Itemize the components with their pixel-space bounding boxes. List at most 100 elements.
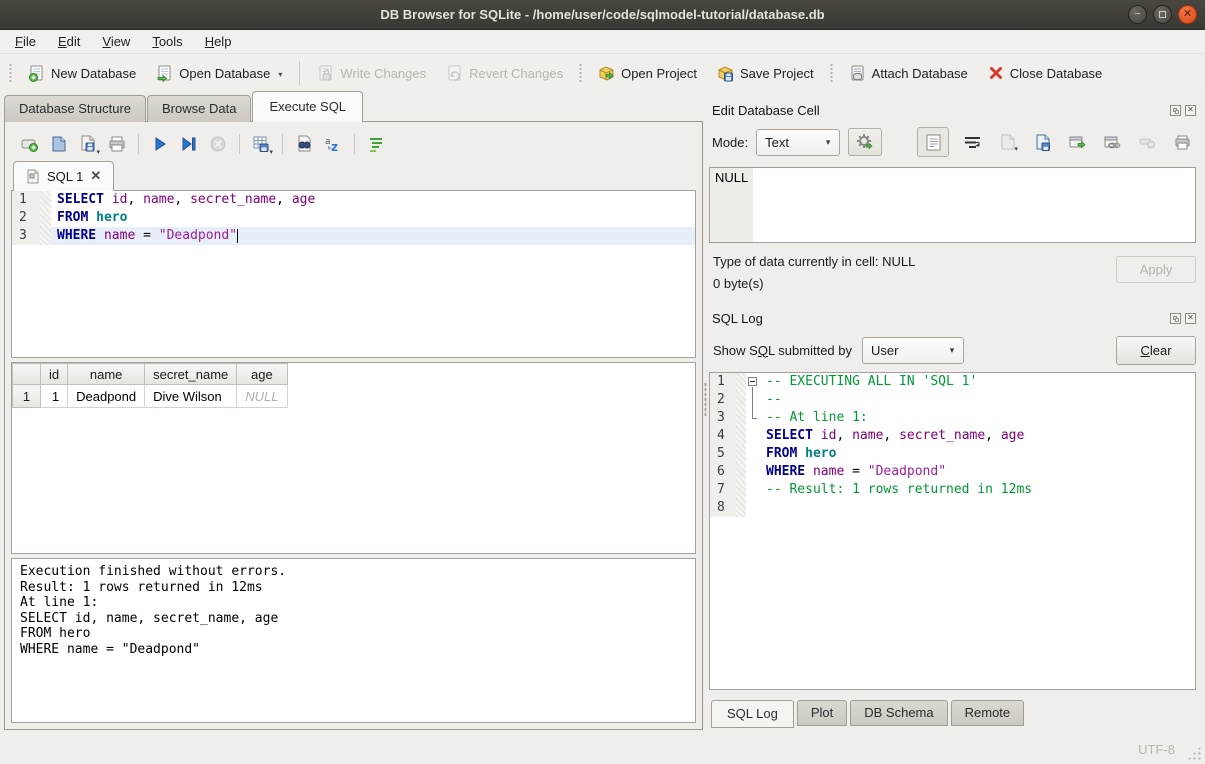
open-external-button[interactable] — [1065, 130, 1089, 154]
resize-grip-icon[interactable] — [1187, 746, 1201, 760]
auto-switch-mode-button[interactable] — [848, 128, 882, 156]
tab-sql-log[interactable]: SQL Log — [711, 700, 794, 728]
save-results-button[interactable]: ▾ — [248, 131, 274, 157]
clear-log-button[interactable]: Clear — [1116, 336, 1196, 365]
attach-database-button[interactable]: Attach Database — [840, 60, 977, 87]
tab-remote[interactable]: Remote — [951, 700, 1025, 726]
menu-view[interactable]: View — [91, 32, 141, 51]
column-header[interactable]: id — [41, 364, 68, 385]
code-line[interactable]: 7-- Result: 1 rows returned in 12ms — [710, 481, 1195, 499]
word-wrap-button[interactable] — [960, 130, 984, 154]
maximize-button[interactable] — [1153, 5, 1172, 24]
print-cell-button[interactable] — [1170, 130, 1194, 154]
code-text: -- Result: 1 rows returned in 12ms — [760, 481, 1195, 499]
open-database-dropdown-icon[interactable]: ▾ — [278, 70, 282, 82]
tab-plot[interactable]: Plot — [797, 700, 847, 726]
float-dock-icon[interactable] — [1170, 105, 1181, 116]
code-line[interactable]: 8 — [710, 499, 1195, 517]
float-dock-icon[interactable] — [1170, 313, 1181, 324]
panel-splitter[interactable] — [703, 92, 707, 735]
auto-completion-button[interactable]: az — [320, 131, 346, 157]
gutter-hatch — [736, 427, 746, 445]
results-grid: idnamesecret_nameage11DeadpondDive Wilso… — [11, 362, 696, 554]
column-header[interactable]: name — [68, 364, 145, 385]
sql-file-tabs: SQL 1 ✕ — [11, 161, 696, 191]
code-line[interactable]: 1-- EXECUTING ALL IN 'SQL 1' — [710, 373, 1195, 391]
open-database-button[interactable]: Open Database ▾ — [147, 60, 291, 87]
left-panel: Database Structure Browse Data Execute S… — [0, 92, 703, 735]
import-data-icon — [999, 134, 1016, 151]
sql-log-view[interactable]: 1-- EXECUTING ALL IN 'SQL 1'2--3-- At li… — [709, 372, 1196, 690]
sql-editor[interactable]: 1SELECT id, name, secret_name, age2FROM … — [11, 190, 696, 358]
open-project-button[interactable]: Open Project — [589, 60, 706, 87]
print-icon — [108, 135, 126, 153]
new-database-icon — [28, 65, 45, 82]
text-view-button[interactable] — [917, 127, 949, 157]
close-database-button[interactable]: Close Database — [979, 60, 1112, 86]
code-line[interactable]: 1SELECT id, name, secret_name, age — [12, 191, 695, 209]
cell-editor[interactable]: NULL — [709, 167, 1196, 243]
menu-tools[interactable]: Tools — [141, 32, 193, 51]
code-line[interactable]: 2-- — [710, 391, 1195, 409]
code-line[interactable]: 3WHERE name = "Deadpond" — [12, 227, 695, 245]
close-tab-icon[interactable]: ✕ — [90, 168, 101, 184]
table-cell[interactable]: Deadpond — [68, 385, 145, 408]
tab-db-schema[interactable]: DB Schema — [850, 700, 947, 726]
code-line[interactable]: 3-- At line 1: — [710, 409, 1195, 427]
new-database-button[interactable]: New Database — [19, 60, 145, 87]
open-database-icon — [156, 65, 173, 82]
table-cell[interactable]: 1 — [41, 385, 68, 408]
row-header[interactable]: 1 — [13, 385, 41, 408]
code-text: -- At line 1: — [760, 409, 1195, 427]
tab-browse-data[interactable]: Browse Data — [147, 95, 251, 122]
code-line[interactable]: 2FROM hero — [12, 209, 695, 227]
save-results-dropdown-icon[interactable]: ▾ — [269, 148, 273, 156]
save-project-button[interactable]: Save Project — [708, 60, 823, 87]
execute-current-line-button[interactable] — [176, 131, 202, 157]
save-project-icon — [717, 65, 734, 82]
edit-cell-dock-header: Edit Database Cell ✕ — [709, 101, 1196, 119]
auto-completion-icon: az — [324, 135, 342, 153]
print-button[interactable] — [104, 131, 130, 157]
table-cell[interactable]: NULL — [237, 385, 287, 408]
save-sql-file-button[interactable]: ▾ — [75, 131, 101, 157]
open-sql-tab-icon — [21, 135, 39, 153]
close-dock-icon[interactable]: ✕ — [1185, 105, 1196, 116]
close-database-icon — [988, 65, 1004, 81]
open-sql-file-button[interactable] — [46, 131, 72, 157]
tab-execute-sql[interactable]: Execute SQL — [252, 91, 363, 122]
fold-collapse-icon[interactable] — [746, 373, 760, 391]
revert-changes-button: Revert Changes — [437, 60, 572, 87]
close-dock-icon[interactable]: ✕ — [1185, 313, 1196, 324]
code-line[interactable]: 4SELECT id, name, secret_name, age — [710, 427, 1195, 445]
code-line[interactable]: 5FROM hero — [710, 445, 1195, 463]
format-sql-button[interactable] — [363, 131, 389, 157]
table-row[interactable]: 11DeadpondDive WilsonNULL — [13, 385, 288, 408]
save-results-icon — [252, 135, 270, 153]
output-line: FROM hero — [20, 626, 687, 642]
revert-changes-icon — [446, 65, 463, 82]
menu-edit[interactable]: Edit — [47, 32, 91, 51]
execute-all-icon — [151, 135, 169, 153]
copy-link-button[interactable] — [1100, 130, 1124, 154]
tab-database-structure[interactable]: Database Structure — [4, 95, 146, 122]
column-header[interactable]: secret_name — [145, 364, 237, 385]
column-header[interactable]: age — [237, 364, 287, 385]
mode-combo[interactable]: Text ▾ — [756, 129, 840, 156]
execute-all-button[interactable] — [147, 131, 173, 157]
save-sql-file-icon — [79, 135, 97, 153]
open-sql-tab-button[interactable] — [17, 131, 43, 157]
sql-file-tab[interactable]: SQL 1 ✕ — [13, 161, 114, 191]
find-replace-button[interactable] — [291, 131, 317, 157]
table-cell[interactable]: Dive Wilson — [145, 385, 237, 408]
export-data-button[interactable] — [1030, 130, 1054, 154]
save-sql-dropdown-icon[interactable]: ▾ — [96, 148, 100, 156]
code-line[interactable]: 6WHERE name = "Deadpond" — [710, 463, 1195, 481]
grid-corner[interactable] — [13, 364, 41, 385]
export-data-icon — [1034, 134, 1051, 151]
menu-file[interactable]: File — [4, 32, 47, 51]
close-button[interactable]: ✕ — [1178, 5, 1197, 24]
menu-help[interactable]: Help — [194, 32, 243, 51]
log-filter-combo[interactable]: User ▾ — [862, 337, 964, 364]
minimize-button[interactable]: − — [1128, 5, 1147, 24]
